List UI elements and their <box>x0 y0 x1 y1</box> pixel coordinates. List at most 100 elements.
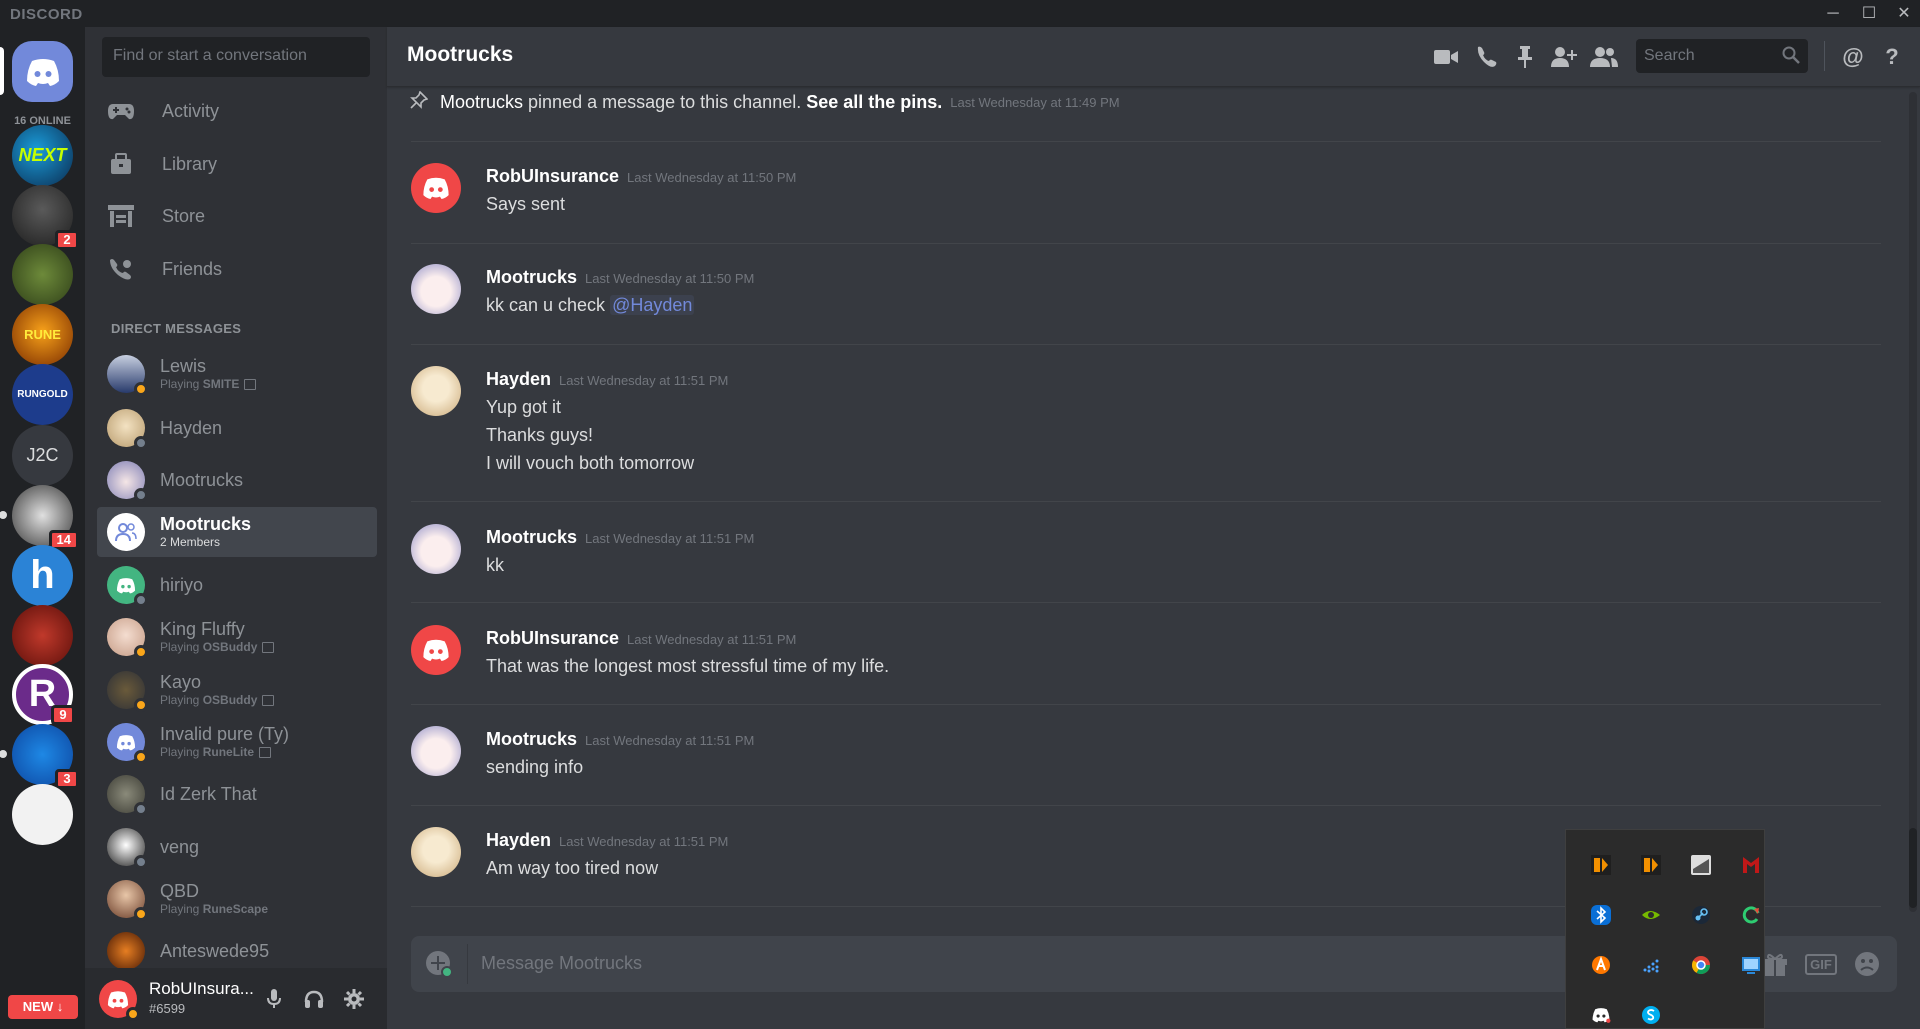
dots-app-icon[interactable] <box>1636 950 1666 980</box>
server-icon-compass[interactable] <box>12 605 73 666</box>
home-button[interactable] <box>12 41 73 102</box>
help-icon[interactable]: ? <box>1878 43 1906 71</box>
dm-item-selected[interactable]: Mootrucks 2 Members <box>97 507 377 557</box>
discord-icon[interactable] <box>1586 1000 1616 1029</box>
dm-item[interactable]: Hayden <box>97 403 377 453</box>
scrollbar-track[interactable] <box>1909 92 1917 912</box>
dm-item[interactable]: King Fluffy Playing OSBuddy <box>97 612 377 662</box>
close-window-button[interactable]: ✕ <box>1889 3 1919 25</box>
mentions-at-icon[interactable]: @ <box>1839 43 1867 71</box>
server-icon-resilience[interactable]: 2 <box>12 185 79 250</box>
headphones-icon[interactable] <box>301 986 327 1012</box>
dm-name: Kayo <box>160 672 202 692</box>
status-offline-indicator <box>134 488 148 502</box>
message-divider <box>411 805 1881 806</box>
dm-item[interactable]: Invalid pure (Ty) Playing RuneLite <box>97 717 377 767</box>
avatar <box>107 828 148 869</box>
message-divider <box>411 344 1881 345</box>
dm-item[interactable]: QBD Playing RuneScape <box>97 874 377 924</box>
server-icon-green[interactable] <box>12 244 73 305</box>
mention-badge: 9 <box>51 705 75 725</box>
dm-item[interactable]: Mootrucks <box>97 455 377 505</box>
avatar[interactable] <box>411 625 461 675</box>
skype-icon[interactable] <box>1636 1000 1666 1029</box>
dm-activity: Playing RuneLite <box>160 745 289 760</box>
scrollbar-thumb[interactable] <box>1909 828 1917 908</box>
server-icon-rungold[interactable]: RUNGOLD <box>12 364 73 425</box>
server-icon-next-level[interactable]: NEXT <box>12 125 73 186</box>
server-icon-paw[interactable]: 3 <box>0 724 79 789</box>
server-icon-rune-treasure[interactable]: RUNE <box>12 304 73 365</box>
message-author[interactable]: Hayden <box>486 369 551 389</box>
server-icon-h[interactable]: h <box>12 545 73 606</box>
message-text: Says sent <box>486 194 566 214</box>
message-author[interactable]: Hayden <box>486 830 551 850</box>
nav-store[interactable]: Store <box>95 192 377 240</box>
upload-plus-icon[interactable] <box>425 950 453 978</box>
timestamp: Last Wednesday at 11:50 PM <box>585 271 755 286</box>
member-list-icon[interactable] <box>1590 43 1618 71</box>
mcafee-icon[interactable] <box>1736 850 1766 880</box>
steam-icon[interactable] <box>1686 900 1716 930</box>
dm-item[interactable]: Lewis Playing SMITE <box>97 349 377 399</box>
new-unreads-button[interactable]: NEW ↓ <box>8 995 78 1019</box>
nav-activity[interactable]: Activity <box>95 87 377 135</box>
emoji-picker-icon[interactable] <box>1852 950 1882 978</box>
avatar[interactable] <box>411 726 461 776</box>
user-tag: #6599 <box>149 1001 186 1016</box>
dm-item[interactable]: Kayo Playing OSBuddy <box>97 665 377 715</box>
message-text: Yup got it <box>486 397 562 417</box>
server-icon-r[interactable]: R 9 <box>12 664 75 725</box>
avatar[interactable] <box>411 524 461 574</box>
server-icon-sail[interactable]: 14 <box>0 485 79 550</box>
nav-library[interactable]: Library <box>95 140 377 188</box>
server-icon-j2c[interactable]: J2C <box>12 425 73 486</box>
minimize-button[interactable]: ─ <box>1818 3 1848 25</box>
unread-indicator <box>0 750 7 758</box>
dm-item[interactable]: Id Zerk That <box>97 769 377 819</box>
settings-gear-icon[interactable] <box>341 986 367 1012</box>
nvidia-icon[interactable] <box>1636 900 1666 930</box>
gif-button[interactable]: GIF <box>1805 950 1837 978</box>
nav-friends[interactable]: Friends <box>95 245 377 293</box>
find-conversation-input[interactable]: Find or start a conversation <box>102 37 370 77</box>
bluetooth-icon[interactable] <box>1586 900 1616 930</box>
dm-item[interactable]: hiriyo <box>97 560 377 610</box>
user-avatar[interactable] <box>99 980 140 1021</box>
add-friend-to-dm-icon[interactable] <box>1550 43 1578 71</box>
message-divider <box>411 602 1881 603</box>
user-panel: RobUInsura... #6599 <box>85 968 387 1029</box>
greenshot-icon[interactable] <box>1686 850 1716 880</box>
avatar[interactable] <box>411 827 461 877</box>
refresh-app-icon[interactable] <box>1736 900 1766 930</box>
avatar[interactable] <box>411 163 461 213</box>
pin-icon[interactable] <box>1511 43 1539 71</box>
avast-icon[interactable] <box>1586 950 1616 980</box>
search-input[interactable]: Search <box>1636 39 1808 73</box>
discord-logo-icon <box>423 639 449 662</box>
message-author[interactable]: Mootrucks <box>486 267 577 287</box>
runelite-icon[interactable] <box>1636 850 1666 880</box>
user-mention[interactable]: @Hayden <box>610 295 695 315</box>
message-author[interactable]: RobUInsurance <box>486 628 619 648</box>
see-all-pins-link[interactable]: See all the pins. <box>806 92 942 113</box>
voice-call-icon[interactable] <box>1472 43 1500 71</box>
dm-item[interactable]: veng <box>97 822 377 872</box>
avatar[interactable] <box>411 366 461 416</box>
status-offline-indicator <box>134 855 148 869</box>
message-author[interactable]: Mootrucks <box>486 527 577 547</box>
status-idle-indicator <box>126 1007 140 1021</box>
maximize-button[interactable]: ☐ <box>1854 3 1884 25</box>
runelite-icon[interactable] <box>1586 850 1616 880</box>
message-input[interactable]: Message Mootrucks <box>481 953 642 974</box>
message-author[interactable]: Mootrucks <box>486 729 577 749</box>
display-app-icon[interactable] <box>1736 950 1766 980</box>
server-icon-bottom[interactable] <box>12 784 73 845</box>
video-call-icon[interactable] <box>1432 43 1460 71</box>
message-author[interactable]: RobUInsurance <box>486 166 619 186</box>
chrome-icon[interactable] <box>1686 950 1716 980</box>
microphone-icon[interactable] <box>261 986 287 1012</box>
pin-author[interactable]: Mootrucks <box>440 92 523 113</box>
avatar[interactable] <box>411 264 461 314</box>
mention-badge: 3 <box>55 769 79 789</box>
